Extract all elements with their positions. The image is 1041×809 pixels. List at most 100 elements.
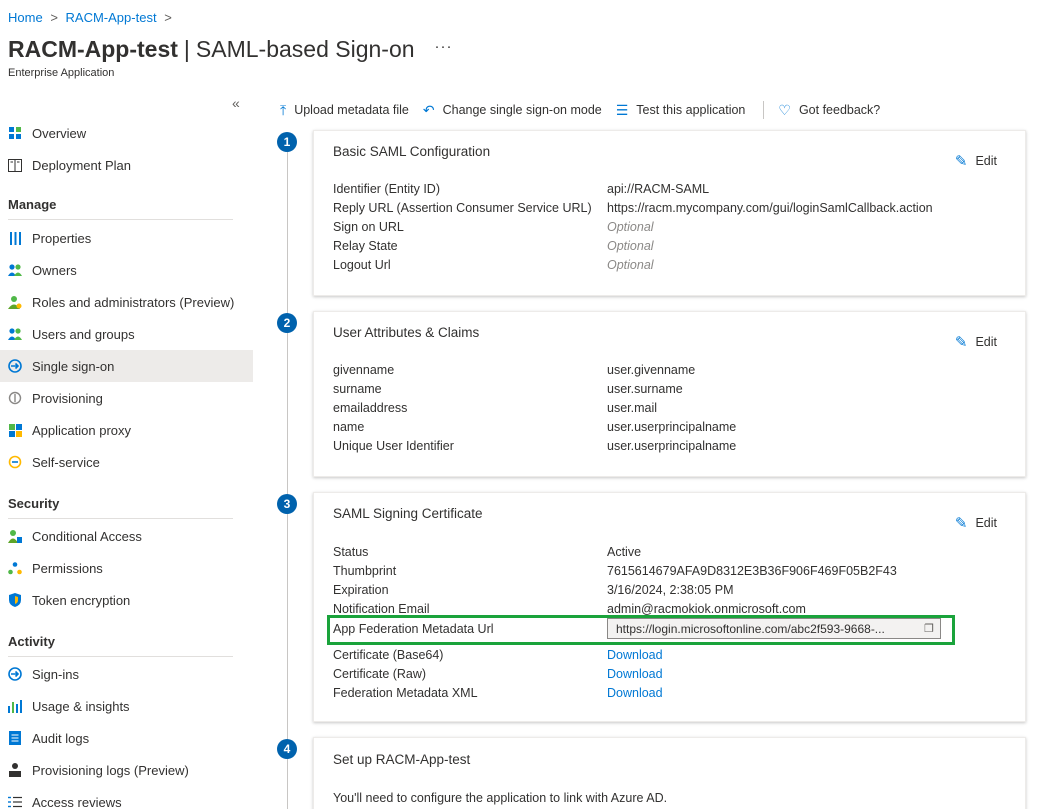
field-row: Federation Metadata XML Download	[333, 683, 1013, 702]
sidebar-item-self-service[interactable]: Self-service	[0, 446, 253, 478]
upload-icon: ⤒	[280, 101, 287, 118]
sidebar-item-label: Overview	[32, 125, 87, 141]
card-title: Basic SAML Configuration	[333, 144, 491, 159]
edit-label: Edit	[975, 335, 997, 349]
download-federation-xml-link[interactable]: Download	[607, 686, 663, 700]
heart-icon: ♡	[778, 101, 791, 118]
field-label: name	[333, 419, 365, 434]
field-row: Certificate (Base64) Download	[333, 645, 1013, 664]
field-row: givenname user.givenname	[333, 360, 1013, 379]
field-label: Certificate (Base64)	[333, 647, 444, 662]
field-label: Expiration	[333, 582, 389, 597]
basic-saml-configuration-card: Basic SAML Configuration ✎ Edit Identifi…	[313, 130, 1026, 296]
sidebar-item-label: Deployment Plan	[32, 157, 131, 173]
step-badge-4: 4	[277, 739, 297, 759]
breadcrumb-separator: >	[164, 10, 172, 26]
sidebar-item-application-proxy[interactable]: Application proxy	[0, 414, 253, 446]
field-label: Unique User Identifier	[333, 438, 454, 453]
test-application-button[interactable]: ☰ Test this application	[616, 102, 746, 119]
setup-application-card: Set up RACM-App-test You'll need to conf…	[313, 737, 1026, 809]
pencil-icon: ✎	[954, 153, 968, 170]
sidebar-item-usage-insights[interactable]: Usage & insights	[0, 690, 253, 722]
edit-certificate-button[interactable]: ✎ Edit	[955, 514, 997, 532]
sidebar-item-label: Usage & insights	[32, 698, 130, 714]
feedback-label: Got feedback?	[798, 103, 881, 117]
sidebar-item-label: Self-service	[32, 454, 100, 470]
field-value: 7615614679AFA9D8312E3B36F906F469F05B2F43	[607, 563, 897, 578]
sidebar-item-label: Application proxy	[32, 422, 131, 438]
pencil-icon: ✎	[954, 334, 968, 351]
field-row: surname user.surname	[333, 379, 1013, 398]
sidebar-item-properties[interactable]: Properties	[0, 222, 253, 254]
log-icon	[8, 731, 22, 745]
sidebar-item-overview[interactable]: Overview	[0, 117, 253, 149]
field-label: Status	[333, 544, 369, 559]
sidebar-item-access-reviews[interactable]: Access reviews	[0, 786, 253, 809]
sign-ins-icon	[8, 667, 22, 681]
sidebar-item-owners[interactable]: Owners	[0, 254, 253, 286]
card-title: SAML Signing Certificate	[333, 506, 483, 521]
field-row: Identifier (Entity ID) api://RACM-SAML	[333, 179, 1013, 198]
sidebar-item-roles[interactable]: Roles and administrators (Preview)	[0, 286, 253, 318]
users-icon	[8, 327, 22, 341]
sidebar-item-sign-ins[interactable]: Sign-ins	[0, 658, 253, 690]
field-row: Sign on URL Optional	[333, 217, 1013, 236]
conditional-access-icon	[8, 529, 22, 543]
field-row: Certificate (Raw) Download	[333, 664, 1013, 683]
field-label: Reply URL (Assertion Consumer Service UR…	[333, 200, 592, 215]
command-bar: ⤒ Upload metadata file ↶ Change single s…	[280, 100, 894, 120]
user-log-icon	[8, 763, 22, 777]
sidebar-item-permissions[interactable]: Permissions	[0, 552, 253, 584]
breadcrumb-app-link[interactable]: RACM-App-test	[66, 10, 157, 25]
sidebar-item-label: Users and groups	[32, 326, 135, 342]
field-row: Logout Url Optional	[333, 255, 1013, 274]
sidebar-item-deployment-plan[interactable]: Deployment Plan	[0, 149, 253, 181]
field-value: user.userprincipalname	[607, 438, 737, 453]
edit-basic-saml-button[interactable]: ✎ Edit	[955, 152, 997, 170]
owners-icon	[8, 263, 22, 277]
sidebar-item-users-and-groups[interactable]: Users and groups	[0, 318, 253, 350]
test-application-label: Test this application	[636, 103, 746, 117]
sidebar-item-conditional-access[interactable]: Conditional Access	[0, 520, 253, 552]
proxy-icon	[8, 423, 22, 437]
setup-description-text: You'll need to configure the application…	[333, 790, 668, 805]
field-label: givenname	[333, 362, 395, 377]
sidebar-item-label: Audit logs	[32, 730, 90, 746]
pencil-icon: ✎	[954, 515, 968, 532]
field-label: emailaddress	[333, 400, 408, 415]
more-options-button[interactable]: ···	[435, 38, 453, 55]
sidebar-item-label: Single sign-on	[32, 358, 115, 374]
field-row: Status Active	[333, 542, 1013, 561]
change-sso-mode-label: Change single sign-on mode	[442, 103, 602, 117]
field-label: Thumbprint	[333, 563, 397, 578]
step-badge-3: 3	[277, 494, 297, 514]
sidebar: « Overview Deployment Plan Manage Proper…	[0, 93, 253, 809]
change-sso-mode-button[interactable]: ↶ Change single sign-on mode	[423, 102, 602, 119]
field-value: api://RACM-SAML	[607, 181, 710, 196]
sidebar-item-provisioning-logs[interactable]: Provisioning logs (Preview)	[0, 754, 253, 786]
sidebar-item-label: Owners	[32, 262, 77, 278]
book-icon	[8, 158, 22, 172]
download-raw-link[interactable]: Download	[607, 667, 663, 681]
toolbar-divider	[763, 101, 765, 119]
grid-icon	[8, 126, 22, 140]
upload-metadata-button[interactable]: ⤒ Upload metadata file	[280, 102, 409, 119]
sidebar-item-label: Roles and administrators (Preview)	[32, 294, 235, 310]
sidebar-item-label: Properties	[32, 230, 92, 246]
feedback-button[interactable]: ♡ Got feedback?	[778, 102, 880, 119]
edit-claims-button[interactable]: ✎ Edit	[955, 333, 997, 351]
download-base64-link[interactable]: Download	[607, 648, 663, 662]
field-value: user.userprincipalname	[607, 419, 737, 434]
sidebar-item-audit-logs[interactable]: Audit logs	[0, 722, 253, 754]
sidebar-item-token-encryption[interactable]: Token encryption	[0, 584, 253, 616]
field-value: Active	[607, 544, 642, 559]
sidebar-item-provisioning[interactable]: Provisioning	[0, 382, 253, 414]
test-list-icon: ☰	[615, 101, 629, 118]
collapse-sidebar-button[interactable]: «	[232, 95, 240, 111]
user-attributes-claims-card: User Attributes & Claims ✎ Edit givennam…	[313, 311, 1026, 477]
saml-signing-certificate-card: SAML Signing Certificate ✎ Edit Status Ac…	[313, 492, 1026, 722]
breadcrumb-home-link[interactable]: Home	[8, 10, 43, 25]
card-title: Set up RACM-App-test	[333, 752, 471, 767]
sidebar-item-single-sign-on[interactable]: Single sign-on	[0, 350, 253, 382]
page-title: RACM-App-test | SAML-based Sign-on ···	[8, 36, 453, 63]
